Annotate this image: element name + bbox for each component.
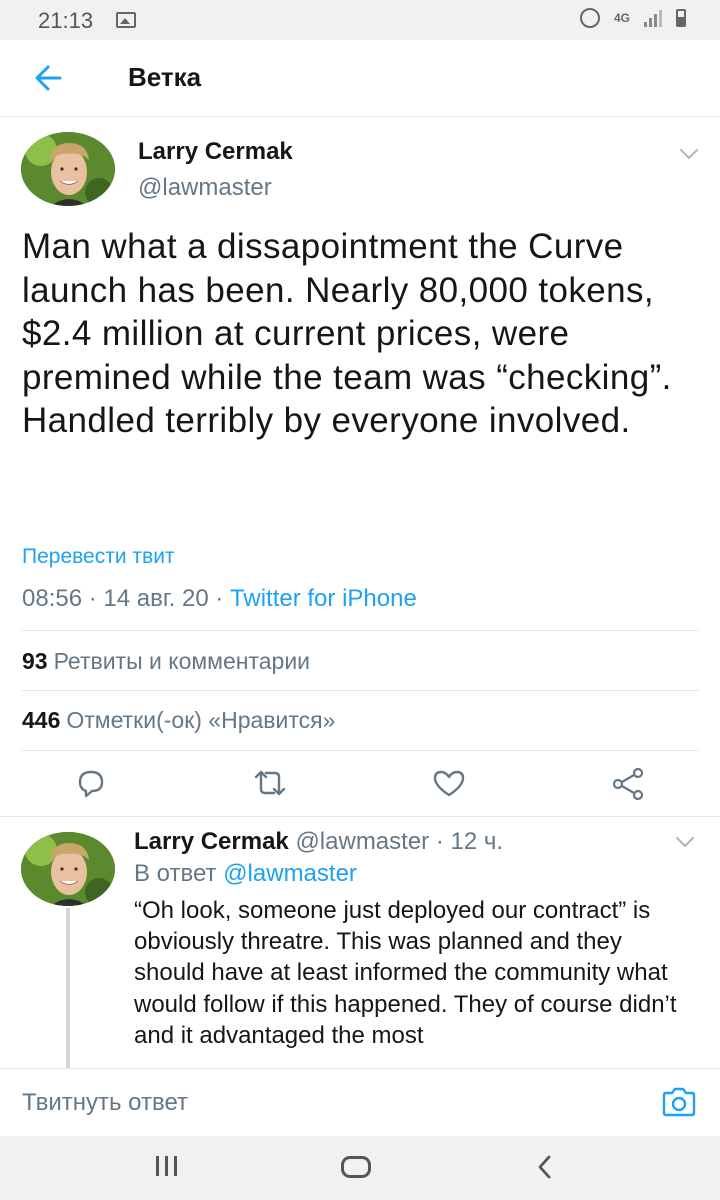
tweet-meta: 08:56 · 14 авг. 20 · Twitter for iPhone <box>22 585 417 612</box>
tweet-actions <box>0 760 720 808</box>
signal-icon <box>644 9 662 27</box>
page-title: Ветка <box>128 62 202 92</box>
battery-icon <box>676 9 686 27</box>
author-handle[interactable]: @lawmaster <box>138 174 272 202</box>
reply-author-handle: @lawmaster <box>295 828 430 855</box>
system-back-button[interactable] <box>534 1154 556 1180</box>
network-type: 4G <box>613 11 630 25</box>
reply-input[interactable]: Твитнуть ответ <box>22 1089 188 1117</box>
reply-composer: Твитнуть ответ <box>0 1068 720 1137</box>
tweet-source-link[interactable]: Twitter for iPhone <box>230 585 417 612</box>
share-button[interactable] <box>604 760 652 808</box>
avatar[interactable] <box>21 132 115 206</box>
reply-age: 12 ч. <box>450 828 504 855</box>
reply-icon <box>78 770 104 798</box>
thread-header: Ветка <box>0 40 720 117</box>
back-button[interactable] <box>30 60 70 96</box>
divider <box>22 630 699 631</box>
share-icon <box>612 767 644 801</box>
reply-author-name: Larry Cermak <box>134 828 289 855</box>
status-bar: 21:13 4G <box>0 0 720 40</box>
in-reply-handle-link[interactable]: @lawmaster <box>223 860 357 887</box>
likes-stat[interactable]: 446 Отметки(-ок) «Нравится» <box>22 707 335 734</box>
alarm-icon <box>579 8 600 28</box>
status-time: 21:13 <box>38 8 94 33</box>
reply-header[interactable]: Larry Cermak @lawmaster · 12 ч. <box>134 828 503 856</box>
in-reply-to: В ответ @lawmaster <box>134 860 357 888</box>
status-icons: 4G <box>579 8 686 28</box>
chevron-down-icon[interactable] <box>679 148 699 160</box>
in-reply-prefix: В ответ <box>134 860 217 887</box>
gallery-icon <box>116 12 136 28</box>
thread-line <box>66 908 70 1068</box>
recents-button[interactable] <box>156 1156 184 1178</box>
like-icon <box>433 770 465 797</box>
arrow-left-icon <box>35 65 62 91</box>
retweets-count: 93 <box>22 648 48 674</box>
translate-link[interactable]: Перевести твит <box>22 545 175 569</box>
divider <box>22 690 699 691</box>
chevron-left-icon <box>538 1155 551 1179</box>
camera-icon <box>662 1087 696 1117</box>
retweets-label: Ретвиты и комментарии <box>53 648 311 674</box>
author-name[interactable]: Larry Cermak <box>138 138 293 166</box>
camera-button[interactable] <box>660 1085 698 1119</box>
system-nav-bar <box>0 1136 720 1200</box>
chevron-down-icon[interactable] <box>675 836 695 848</box>
home-button[interactable] <box>341 1156 371 1178</box>
retweets-stat[interactable]: 93 Ретвиты и комментарии <box>22 648 310 675</box>
divider <box>0 816 720 817</box>
tweet-time: 08:56 <box>22 585 83 612</box>
retweet-icon <box>254 770 286 796</box>
reply-text: “Oh look, someone just deployed our cont… <box>134 897 677 1049</box>
tweet-text: Man what a dissapointment the Curve laun… <box>22 227 672 440</box>
reply-button[interactable] <box>66 760 114 808</box>
tweet-date: 14 авг. 20 <box>103 585 209 612</box>
likes-label: Отметки(-ок) «Нравится» <box>66 707 336 733</box>
avatar[interactable] <box>21 832 115 906</box>
likes-count: 446 <box>22 707 61 733</box>
retweet-button[interactable] <box>246 760 294 808</box>
divider <box>22 750 699 751</box>
like-button[interactable] <box>425 760 473 808</box>
